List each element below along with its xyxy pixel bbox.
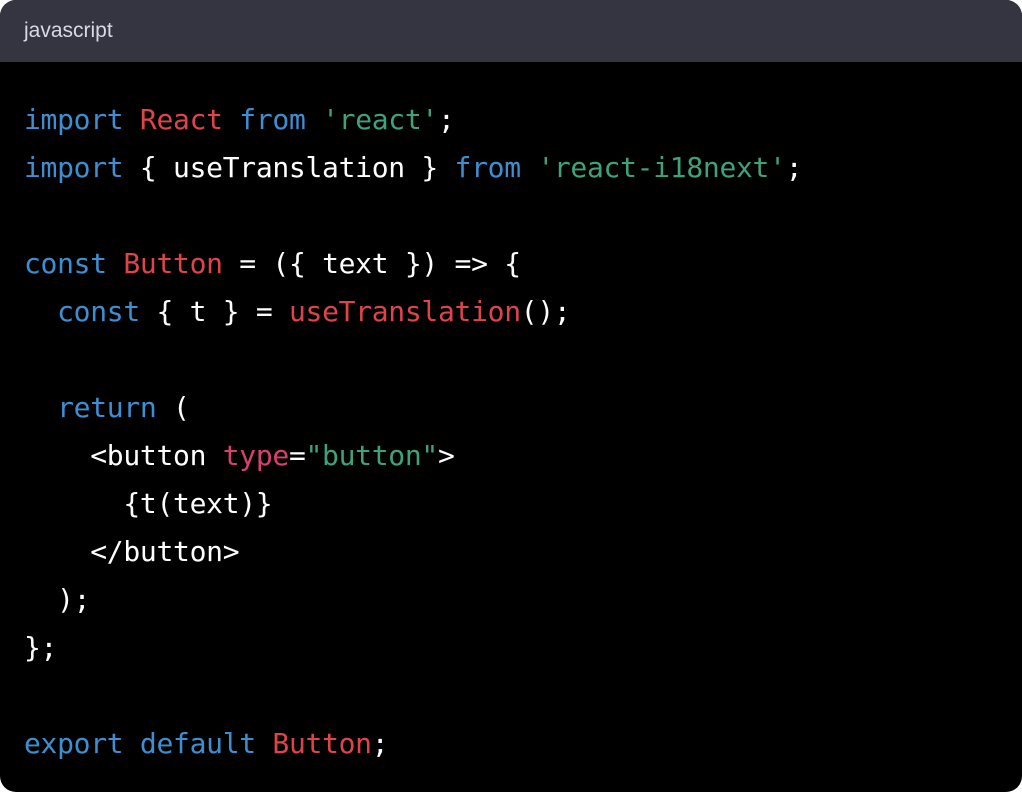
code-token: <button: [24, 439, 223, 472]
code-line: const Button = ({ text }) => {: [24, 240, 802, 288]
code-block: javascript import React from 'react'; imp…: [0, 0, 1022, 792]
code-line: import { useTranslation } from 'react-i1…: [24, 144, 803, 192]
code-token: from: [454, 151, 522, 184]
code-token: { t } =: [139, 295, 289, 328]
code-token: const: [24, 247, 107, 280]
code-token: );: [24, 583, 91, 616]
code-token: return: [57, 391, 157, 424]
code-token: default: [139, 727, 256, 760]
code-token: 'react-i18next': [537, 151, 786, 184]
code-token: type: [222, 439, 290, 472]
code-token: 'react': [322, 103, 438, 136]
code-line: {t(text)}: [24, 480, 802, 528]
code-token: { useTranslation }: [123, 151, 455, 184]
code-line: );: [24, 576, 802, 624]
code-token: export: [24, 727, 124, 760]
code-token: "button": [305, 439, 439, 472]
code-line: const { t } = useTranslation();: [24, 288, 802, 336]
code-token: </button>: [24, 535, 240, 568]
code-token: from: [239, 103, 306, 136]
code-line: </button>: [24, 528, 802, 576]
code-token: const: [57, 295, 140, 328]
code-token: Button: [272, 727, 372, 760]
code-line: import React from 'react';: [24, 96, 802, 144]
code-token: {t(text)}: [24, 487, 273, 520]
code-token: ;: [437, 103, 455, 136]
code-token: Button: [123, 247, 223, 280]
code-token: useTranslation: [288, 295, 521, 328]
code-token: };: [24, 631, 58, 664]
code-token: import: [24, 151, 124, 184]
code-block-header: javascript: [0, 0, 1022, 62]
code-line: <button type="button">: [24, 432, 802, 480]
language-label: javascript: [24, 19, 113, 42]
code-token: React: [139, 103, 223, 136]
code-token: ;: [371, 727, 389, 760]
code-token: =: [288, 439, 306, 472]
code-token: >: [437, 439, 455, 472]
code-token: (: [156, 391, 190, 424]
code-line: export default Button;: [24, 720, 802, 768]
code-token: = ({ text }) => {: [222, 247, 521, 280]
code-token: ();: [520, 295, 571, 328]
code-token: import: [24, 103, 124, 136]
code-line: return (: [24, 384, 802, 432]
code-content[interactable]: import React from 'react'; import { useTr…: [24, 96, 803, 768]
code-token: ;: [785, 151, 803, 184]
code-line: };: [24, 624, 802, 672]
